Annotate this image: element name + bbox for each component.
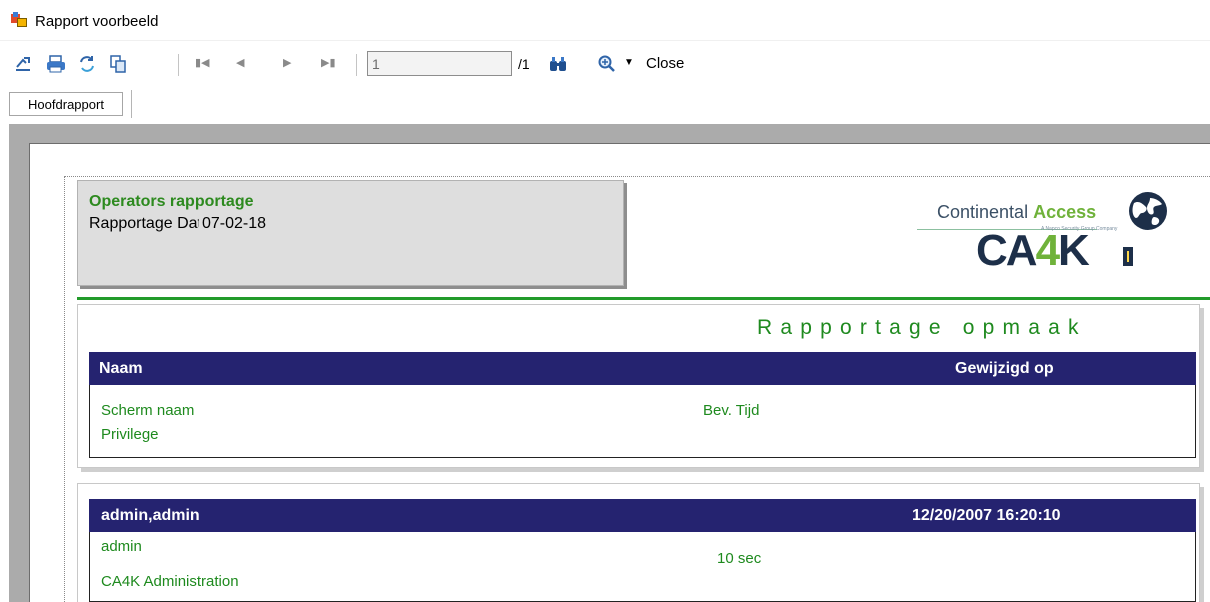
logo-product-mark: CA4K (976, 226, 1090, 275)
column-header-naam: Naam (99, 360, 143, 377)
record-header-bar: admin,admin 12/20/2007 16:20:10 (89, 499, 1196, 532)
binoculars-icon[interactable] (546, 52, 570, 76)
layout-section-title: Rapportage opmaak (757, 316, 1087, 339)
viewer-left-margin (0, 124, 9, 602)
page-number-input[interactable] (367, 51, 512, 76)
refresh-icon[interactable] (75, 52, 99, 76)
report-tab-strip (0, 88, 1210, 124)
printer-icon[interactable] (44, 52, 68, 76)
zoom-dropdown-chevron-icon[interactable]: ▼ (624, 57, 634, 68)
logo-company-name: Continental Access (937, 202, 1097, 222)
close-button[interactable]: Close (646, 55, 684, 72)
table-row (89, 532, 1196, 602)
globe-icon (1124, 190, 1172, 232)
report-date-label: Rapportage Datum (89, 215, 199, 232)
record-privilege: CA4K Administration (101, 573, 239, 590)
page-margin-guide (64, 176, 65, 602)
record-modified-date: 12/20/2007 16:20:10 (912, 507, 1061, 524)
record-screen-name: admin (101, 538, 142, 555)
export-icon[interactable] (11, 52, 35, 76)
layout-privilege: Privilege (101, 426, 159, 443)
next-page-icon[interactable]: ▶ (283, 56, 291, 69)
report-date-value: 07-02-18 (202, 215, 267, 232)
layout-screen-name: Scherm naam (101, 402, 195, 419)
record-user-name: admin,admin (101, 507, 200, 524)
column-header-gewijzigd-op: Gewijzigd op (955, 360, 1054, 377)
copy-icon[interactable] (106, 52, 130, 76)
record-duration: 10 sec (717, 550, 762, 567)
layout-row (89, 385, 1196, 458)
report-title: Operators rapportage (89, 193, 254, 210)
page-margin-guide (64, 176, 1210, 177)
toolbar-separator (178, 54, 179, 76)
door-icon-detail (1127, 251, 1129, 262)
zoom-icon[interactable] (595, 52, 619, 76)
previous-page-icon[interactable]: ◀ (236, 56, 244, 69)
tab-hoofdrapport[interactable]: Hoofdrapport (9, 92, 123, 116)
title-bar: Rapport voorbeeld (0, 0, 1210, 40)
header-divider (77, 297, 1210, 300)
report-viewer-app-icon (11, 12, 27, 28)
tab-strip-divider (131, 90, 132, 118)
window-title: Rapport voorbeeld (35, 13, 159, 30)
layout-header-bar: Naam Gewijzigd op (89, 352, 1196, 385)
layout-duration-label: Bev. Tijd (703, 402, 760, 419)
page-total: /1 (518, 56, 530, 72)
last-page-icon[interactable]: ▶▮ (321, 56, 336, 69)
toolbar-separator (356, 54, 357, 76)
first-page-icon[interactable]: ▮◀ (195, 56, 210, 69)
